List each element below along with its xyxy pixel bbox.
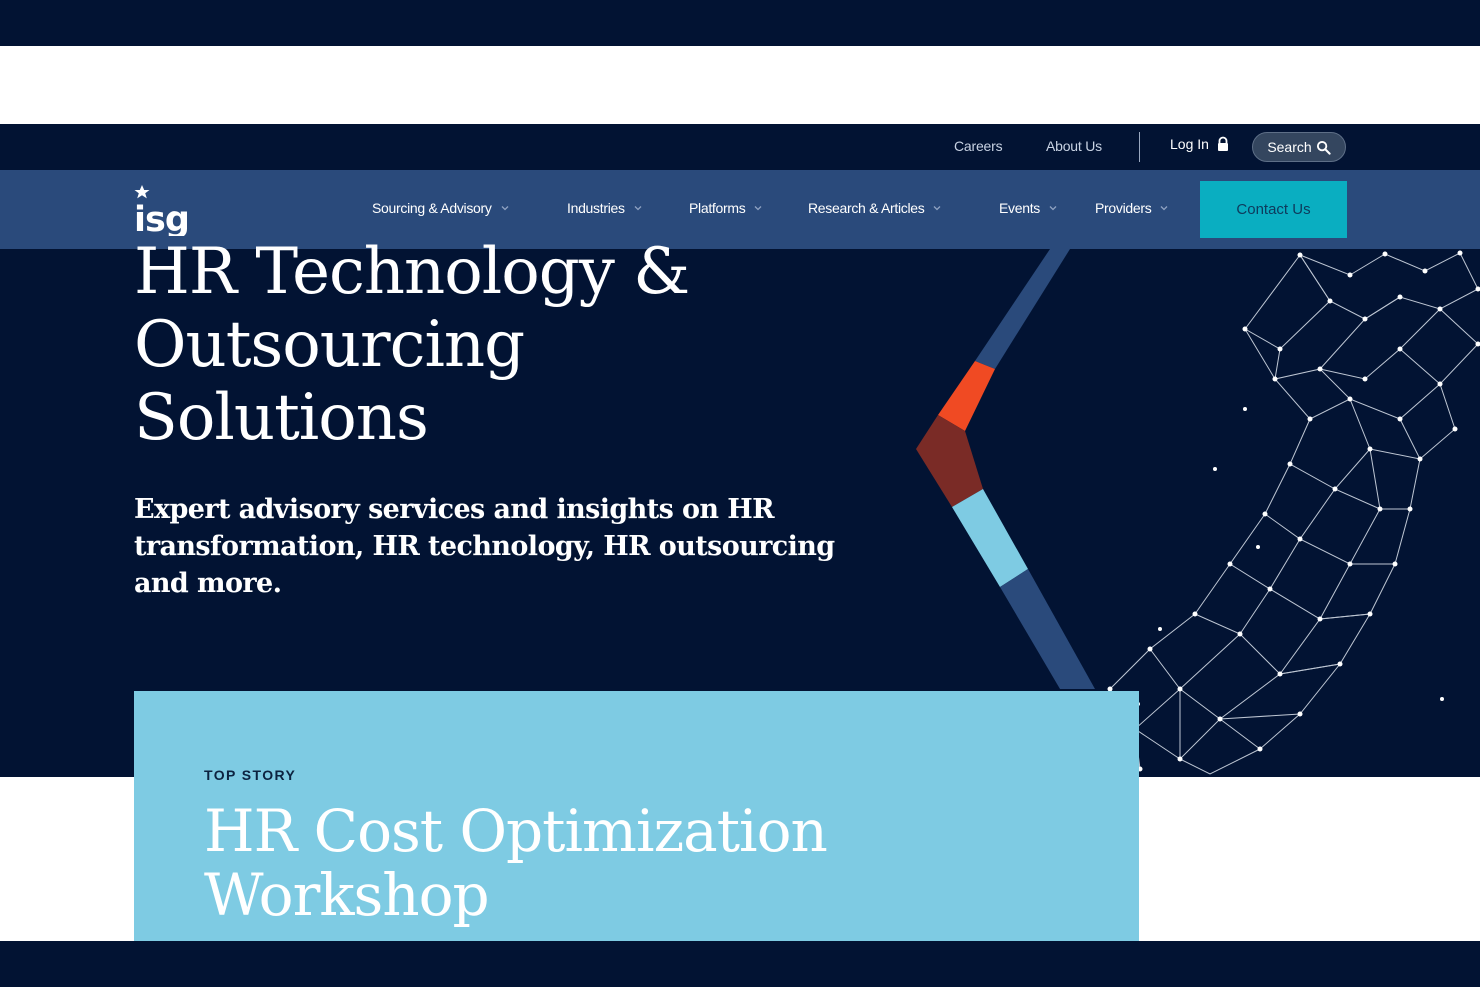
nav-label: Sourcing & Advisory xyxy=(372,200,492,216)
bottom-frame-band xyxy=(0,941,1480,987)
nav-label: Events xyxy=(999,200,1040,216)
chevron-down-icon xyxy=(754,206,762,211)
contact-us-button[interactable]: Contact Us xyxy=(1200,181,1347,238)
hero-title-line: Solutions xyxy=(134,381,429,455)
story-title-line: HR Cost Optimization xyxy=(204,797,828,865)
nav-sourcing-advisory[interactable]: Sourcing & Advisory xyxy=(372,200,510,216)
nav-label: Platforms xyxy=(689,200,746,216)
chevron-down-icon xyxy=(1160,206,1168,211)
lock-icon xyxy=(1217,136,1228,151)
chevron-stripes xyxy=(916,249,1095,689)
network-mesh xyxy=(1094,252,1479,775)
browser-whitespace xyxy=(0,46,1480,124)
search-label: Search xyxy=(1267,139,1312,155)
careers-link[interactable]: Careers xyxy=(954,138,1003,154)
hero-subtitle: Expert advisory services and insights on… xyxy=(134,494,835,599)
top-story-title[interactable]: HR Cost Optimization Workshop xyxy=(204,799,964,927)
isg-website: Careers About Us Log In Search isg Sourc… xyxy=(0,124,1480,941)
nav-research-articles[interactable]: Research & Articles xyxy=(808,200,942,216)
hero-section: Careers About Us Log In Search isg Sourc… xyxy=(0,124,1480,777)
nav-platforms[interactable]: Platforms xyxy=(689,200,763,216)
story-title-line: Workshop xyxy=(204,861,490,929)
hero-title-line: Outsourcing xyxy=(134,308,525,382)
nav-industries[interactable]: Industries xyxy=(567,200,643,216)
nav-providers[interactable]: Providers xyxy=(1095,200,1169,216)
top-story-label: TOP STORY xyxy=(204,767,297,783)
nav-label: Providers xyxy=(1095,200,1152,216)
top-frame-band xyxy=(0,0,1480,46)
isg-logo[interactable]: isg xyxy=(134,180,214,236)
login-link[interactable]: Log In xyxy=(1170,136,1231,152)
hero-title-line: HR Technology & xyxy=(134,235,690,309)
svg-text:isg: isg xyxy=(134,200,189,236)
chevron-down-icon xyxy=(501,206,509,211)
chevron-down-icon xyxy=(1049,206,1057,211)
login-label: Log In xyxy=(1170,136,1209,152)
hero-title: HR Technology & Outsourcing Solutions xyxy=(134,236,894,455)
search-button[interactable]: Search xyxy=(1252,132,1346,162)
chevron-down-icon xyxy=(934,206,941,211)
top-story-card[interactable]: TOP STORY HR Cost Optimization Workshop xyxy=(134,691,1139,941)
nav-label: Industries xyxy=(567,200,625,216)
nav-events[interactable]: Events xyxy=(999,200,1058,216)
utility-divider xyxy=(1139,132,1140,162)
chevron-down-icon xyxy=(634,206,642,211)
utility-bar: Careers About Us Log In Search xyxy=(0,124,1480,170)
search-icon xyxy=(1316,140,1331,155)
about-us-link[interactable]: About Us xyxy=(1046,138,1102,154)
nav-label: Research & Articles xyxy=(808,200,925,216)
